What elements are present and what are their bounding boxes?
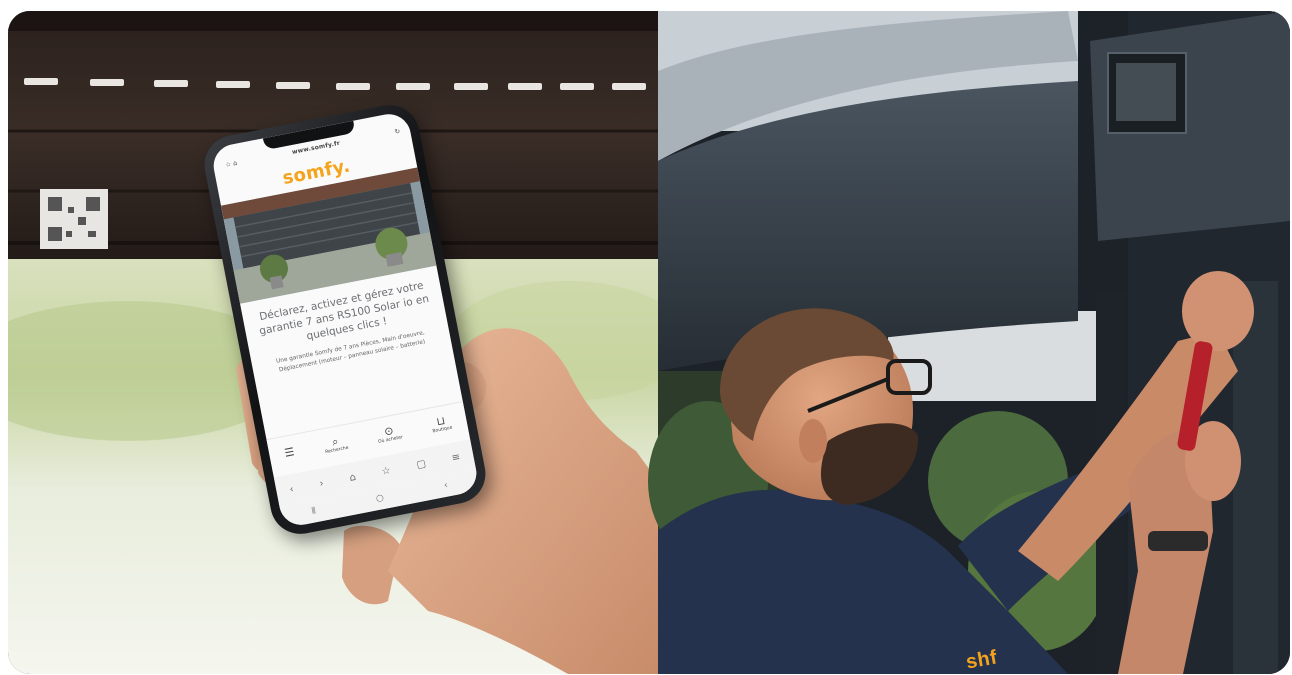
nav-search-label: Recherche: [324, 445, 349, 455]
nav-shop[interactable]: ⊔ Boutique: [430, 413, 453, 434]
system-home-icon[interactable]: ○: [375, 493, 385, 504]
bookmark-icon[interactable]: ☆ ⌂: [225, 159, 238, 169]
star-icon[interactable]: ☆: [381, 465, 392, 478]
photo-scene: [8, 11, 1290, 674]
system-back-icon[interactable]: ‹: [443, 481, 448, 492]
nav-search[interactable]: ⌕ Recherche: [323, 433, 349, 455]
recent-apps-icon[interactable]: ⦀: [311, 506, 317, 517]
nav-where-to-buy-label: Où acheter: [377, 434, 404, 445]
tabs-icon[interactable]: ▢: [415, 458, 426, 471]
forward-icon[interactable]: ›: [319, 478, 325, 490]
reload-icon[interactable]: ↻: [394, 127, 401, 136]
browser-menu-icon[interactable]: ≡: [451, 451, 461, 463]
home-icon[interactable]: ⌂: [348, 471, 356, 483]
menu-icon: ☰: [283, 445, 296, 460]
photo-collage: shf: [8, 11, 1290, 674]
back-icon[interactable]: ‹: [289, 484, 295, 496]
nav-menu[interactable]: ☰: [283, 445, 296, 460]
nav-where-to-buy[interactable]: ⊙ Où acheter: [375, 423, 404, 445]
nav-shop-label: Boutique: [432, 425, 453, 434]
shirt-logo: shf: [964, 646, 1000, 674]
